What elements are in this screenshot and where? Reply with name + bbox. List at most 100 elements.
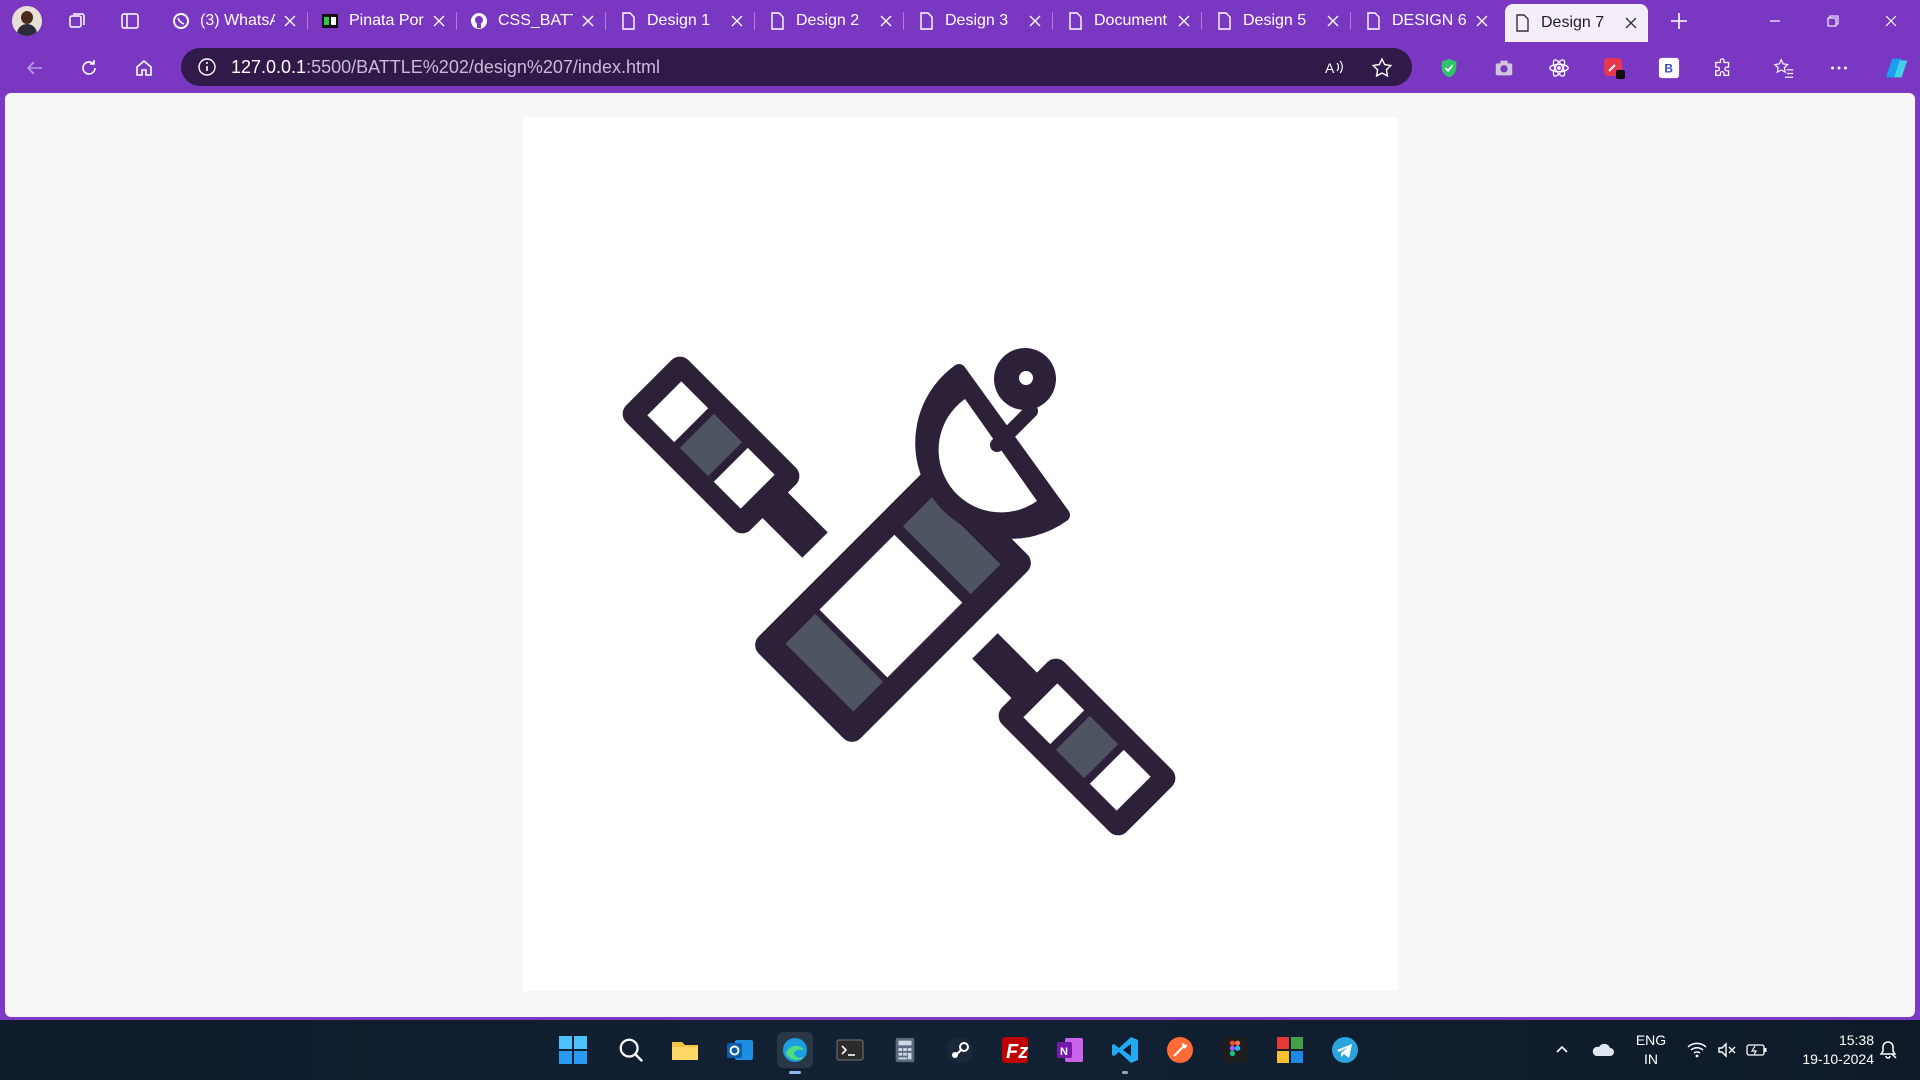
input-language[interactable]: ENG IN xyxy=(1630,1031,1672,1069)
steam-icon[interactable] xyxy=(942,1032,978,1068)
svg-text:Fz: Fz xyxy=(1006,1041,1028,1063)
tab-title: Design 5 xyxy=(1243,12,1307,29)
wifi-icon[interactable] xyxy=(1683,1020,1711,1080)
clock[interactable]: 15:38 19-10-2024 xyxy=(1780,1031,1874,1069)
tab-title: CSS_BATTLE xyxy=(498,12,573,29)
close-icon[interactable] xyxy=(1473,12,1491,30)
shield-extension-icon[interactable] xyxy=(1437,56,1461,80)
page-viewport xyxy=(5,93,1915,1017)
tab-design-7[interactable]: Design 7 xyxy=(1505,4,1648,42)
url-host: 127.0.0.1 xyxy=(231,56,307,77)
tab-design-6[interactable]: DESIGN 6 xyxy=(1356,4,1499,38)
telegram-icon[interactable] xyxy=(1327,1032,1363,1068)
svg-text:N: N xyxy=(1060,1046,1068,1058)
speaker-muted-icon[interactable] xyxy=(1713,1020,1741,1080)
extensions-puzzle-icon[interactable] xyxy=(1712,56,1736,80)
favorite-star-icon[interactable] xyxy=(1371,57,1393,79)
refresh-button[interactable] xyxy=(73,52,105,84)
satellite-dish xyxy=(915,348,1070,539)
tab-title: Pinata Portfolio xyxy=(349,12,424,29)
react-extension-icon[interactable] xyxy=(1547,56,1571,80)
github-icon xyxy=(470,12,488,30)
vertical-tabs-icon[interactable] xyxy=(117,8,143,34)
figma-icon[interactable] xyxy=(1217,1032,1253,1068)
design-canvas xyxy=(523,117,1398,991)
notification-bell-icon[interactable] xyxy=(1874,1020,1902,1080)
restore-button[interactable] xyxy=(1810,0,1856,42)
edge-browser-icon[interactable] xyxy=(777,1032,813,1074)
close-icon[interactable] xyxy=(877,12,895,30)
tab-pinata[interactable]: Pinata Portfolio xyxy=(313,4,457,38)
tab-design-2[interactable]: Design 2 xyxy=(760,4,904,38)
address-bar[interactable]: 127.0.0.1:5500/BATTLE%202/design%207/ind… xyxy=(181,48,1412,86)
close-icon[interactable] xyxy=(430,12,448,30)
camera-extension-icon[interactable] xyxy=(1492,56,1516,80)
whatsapp-icon xyxy=(172,12,190,30)
chevron-up-icon[interactable] xyxy=(1548,1020,1576,1080)
svg-text:A: A xyxy=(1325,60,1335,76)
page-icon xyxy=(619,12,637,30)
tab-title: (3) WhatsApp xyxy=(200,12,275,29)
info-icon[interactable] xyxy=(197,57,217,77)
clock-time: 15:38 xyxy=(1838,1032,1874,1048)
tab-github[interactable]: CSS_BATTLE xyxy=(462,4,606,38)
url-path: :5500/BATTLE%202/design%207/index.html xyxy=(306,56,660,77)
copilot-icon[interactable] xyxy=(1880,52,1912,84)
home-button[interactable] xyxy=(128,52,160,84)
back-button[interactable] xyxy=(19,52,51,84)
page-icon xyxy=(1513,14,1531,32)
more-options-icon[interactable] xyxy=(1827,56,1851,80)
filezilla-icon[interactable]: Fz xyxy=(997,1032,1033,1068)
read-aloud-icon[interactable]: A xyxy=(1323,57,1345,79)
close-icon[interactable] xyxy=(728,12,746,30)
favorites-icon[interactable] xyxy=(1772,56,1796,80)
page-icon xyxy=(1066,12,1084,30)
postman-icon[interactable] xyxy=(1162,1032,1198,1068)
close-icon[interactable] xyxy=(281,12,299,30)
close-icon[interactable] xyxy=(1175,12,1193,30)
satellite-illustration xyxy=(622,348,1176,836)
tab-title: Design 3 xyxy=(945,12,1009,29)
page-icon xyxy=(917,12,935,30)
close-icon[interactable] xyxy=(1622,14,1640,32)
running-indicator xyxy=(1122,1071,1128,1074)
onedrive-cloud-icon[interactable] xyxy=(1588,1020,1616,1080)
tab-title: Document xyxy=(1094,12,1167,29)
file-explorer-icon[interactable] xyxy=(667,1032,703,1068)
minimize-button[interactable] xyxy=(1752,0,1798,42)
tab-design-3[interactable]: Design 3 xyxy=(909,4,1053,38)
battery-icon[interactable] xyxy=(1743,1020,1771,1080)
tab-title: Design 1 xyxy=(647,12,711,29)
app-grid-icon[interactable] xyxy=(1272,1032,1308,1068)
close-icon[interactable] xyxy=(1026,12,1044,30)
pinata-icon xyxy=(321,12,339,30)
close-icon[interactable] xyxy=(579,12,597,30)
b-extension-icon[interactable]: B xyxy=(1657,56,1681,80)
tab-title: DESIGN 6 xyxy=(1392,12,1467,29)
vscode-icon[interactable] xyxy=(1107,1032,1143,1074)
tab-title: Design 2 xyxy=(796,12,860,29)
tab-whatsapp[interactable]: (3) WhatsApp xyxy=(164,4,308,38)
terminal-icon[interactable] xyxy=(832,1032,868,1068)
taskbar: Fz N ENG IN 15:38 19-10-2024 xyxy=(0,1020,1920,1080)
close-icon[interactable] xyxy=(1324,12,1342,30)
tab-title: Design 7 xyxy=(1541,14,1605,31)
active-indicator xyxy=(789,1071,801,1074)
tab-design-1[interactable]: Design 1 xyxy=(611,4,755,38)
color-picker-extension-icon[interactable] xyxy=(1602,56,1626,80)
calculator-icon[interactable] xyxy=(887,1032,923,1068)
workspaces-icon[interactable] xyxy=(64,8,90,34)
profile-avatar[interactable] xyxy=(12,6,42,36)
close-window-button[interactable] xyxy=(1868,0,1914,42)
tab-design-5[interactable]: Design 5 xyxy=(1207,4,1351,38)
search-icon[interactable] xyxy=(613,1032,649,1068)
tab-document[interactable]: Document xyxy=(1058,4,1202,38)
windows-start-icon[interactable] xyxy=(555,1032,591,1068)
outlook-icon[interactable] xyxy=(722,1032,758,1068)
clock-date: 19-10-2024 xyxy=(1802,1051,1874,1067)
onenote-icon[interactable]: N xyxy=(1052,1032,1088,1068)
svg-text:B: B xyxy=(1664,62,1673,76)
toolbar: 127.0.0.1:5500/BATTLE%202/design%207/ind… xyxy=(0,42,1920,92)
language-code: ENG xyxy=(1635,1032,1667,1048)
new-tab-button[interactable] xyxy=(1664,6,1694,36)
